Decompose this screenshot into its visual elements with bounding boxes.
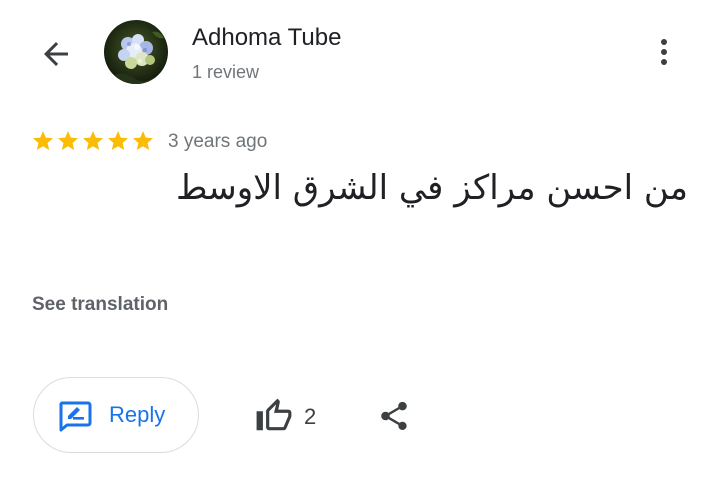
rate-review-icon: [59, 401, 92, 432]
see-translation-link[interactable]: See translation: [32, 294, 168, 316]
profile-photo-hydrangea: [104, 20, 168, 84]
more-vert-icon: [661, 39, 667, 65]
star-icon: [133, 131, 153, 150]
like-button[interactable]: [252, 394, 296, 438]
star-icon: [58, 131, 78, 150]
more-options-button[interactable]: [644, 30, 684, 74]
review-time: 3 years ago: [168, 131, 268, 152]
star-icon: [33, 131, 53, 150]
reviewer-name[interactable]: Adhoma Tube: [192, 24, 341, 52]
review-text: من احسن مراكز في الشرق الاوسط: [175, 168, 688, 208]
back-button[interactable]: [34, 32, 78, 76]
arrow-back-icon: [44, 42, 68, 66]
share-button[interactable]: [372, 394, 416, 438]
share-icon: [381, 401, 407, 431]
thumb-up-outline-icon: [256, 398, 292, 431]
avatar: [104, 20, 168, 84]
star-icon: [83, 131, 103, 150]
reply-label: Reply: [109, 402, 166, 427]
star-icon: [108, 131, 128, 150]
review-count: 1 review: [192, 62, 260, 82]
reply-button[interactable]: Reply: [33, 377, 199, 453]
like-count: 2: [304, 404, 317, 429]
star-rating: [31, 129, 155, 153]
